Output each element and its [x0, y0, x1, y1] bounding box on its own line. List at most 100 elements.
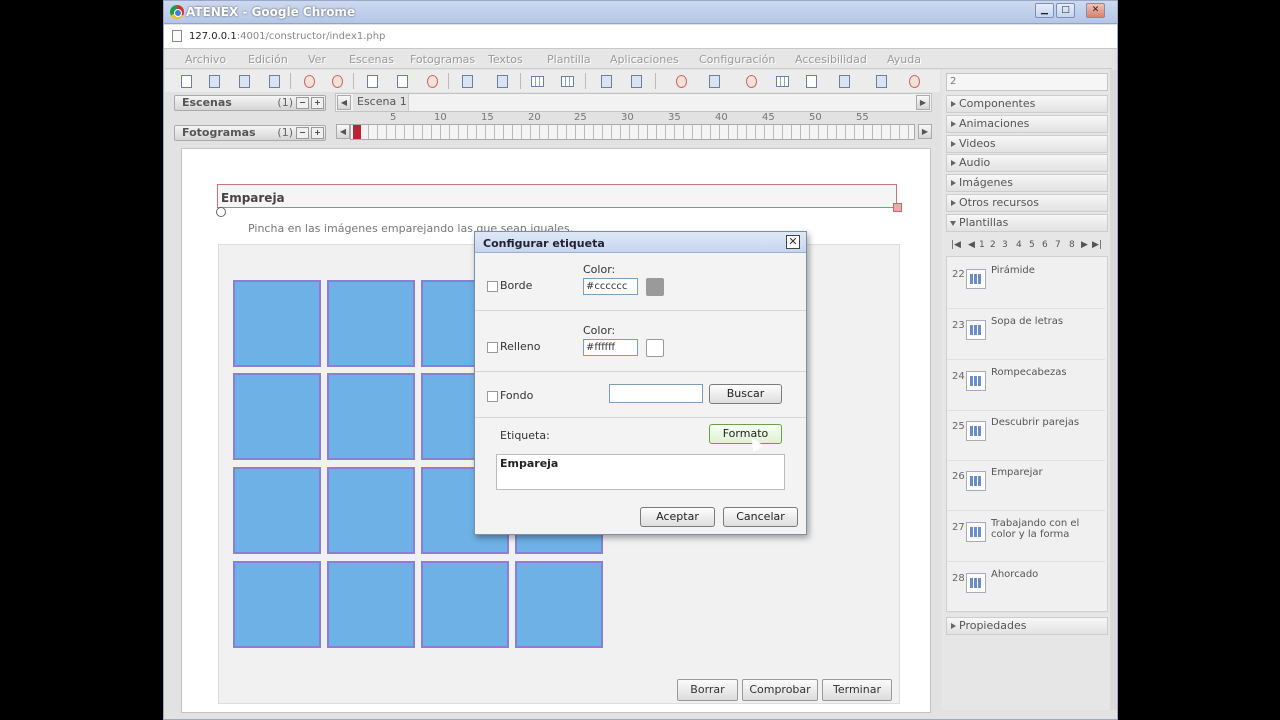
layer-icon[interactable]	[705, 72, 723, 90]
border-color-input[interactable]: #cccccc	[583, 278, 638, 295]
panel-scrollbar[interactable]	[1110, 70, 1117, 710]
background-checkbox[interactable]	[487, 391, 498, 402]
accept-button[interactable]: Aceptar	[640, 507, 715, 527]
menu-configuracion[interactable]: Configuración	[699, 53, 775, 66]
border-color-swatch[interactable]	[646, 278, 664, 296]
background-input[interactable]	[609, 384, 703, 403]
tag-textarea[interactable]: Empareja	[496, 454, 785, 490]
move-handle[interactable]	[216, 207, 226, 217]
zoom-icon[interactable]	[493, 72, 511, 90]
compass-icon[interactable]	[905, 72, 923, 90]
template-item[interactable]: 27 Trabajando con el color y la forma	[947, 512, 1105, 562]
pager-page[interactable]: 1	[979, 240, 985, 250]
frame-next-button[interactable]: ▶	[918, 124, 932, 139]
scene-remove-button[interactable]: −	[296, 97, 309, 109]
minimize-button[interactable]: ▁	[1035, 3, 1054, 18]
media-icon[interactable]	[835, 72, 853, 90]
align-icon[interactable]	[742, 72, 760, 90]
image-tile[interactable]	[327, 280, 415, 367]
template-item[interactable]: 26 Emparejar	[947, 461, 1105, 511]
menu-edicion[interactable]: Edición	[248, 53, 288, 66]
redo-icon[interactable]	[328, 72, 346, 90]
menu-archivo[interactable]: Archivo	[185, 53, 226, 66]
terminar-button[interactable]: Terminar	[822, 679, 892, 701]
copy-icon[interactable]	[363, 72, 381, 90]
frame-track[interactable]	[350, 124, 915, 140]
image-tile[interactable]	[233, 280, 321, 367]
pager-last-icon[interactable]: ▶|	[1092, 240, 1102, 250]
image-tile[interactable]	[233, 467, 321, 554]
section-otros-recursos[interactable]: Otros recursos	[946, 194, 1108, 212]
menu-accesibilidad[interactable]: Accesibilidad	[795, 53, 867, 66]
pager-prev-icon[interactable]: ◀	[968, 240, 975, 250]
image-tile[interactable]	[233, 561, 321, 648]
section-plantillas[interactable]: Plantillas	[946, 214, 1108, 232]
menu-ayuda[interactable]: Ayuda	[887, 53, 921, 66]
scene-prev-button[interactable]: ◀	[337, 95, 351, 110]
image-tile[interactable]	[327, 373, 415, 460]
template-item[interactable]: 28 Ahorcado	[947, 563, 1105, 613]
resize-handle[interactable]	[893, 203, 902, 212]
table-icon[interactable]	[772, 72, 790, 90]
dialog-close-button[interactable]: ✕	[786, 235, 800, 249]
close-button[interactable]: ✕	[1086, 3, 1105, 18]
image-tile[interactable]	[327, 561, 415, 648]
template-item[interactable]: 22 Pirámide	[947, 259, 1105, 309]
section-animaciones[interactable]: Animaciones	[946, 115, 1108, 133]
scene-icon[interactable]	[597, 72, 615, 90]
paste-icon[interactable]	[393, 72, 411, 90]
menu-plantilla[interactable]: Plantilla	[547, 53, 591, 66]
grid-icon[interactable]	[527, 72, 545, 90]
erase-icon[interactable]	[423, 72, 441, 90]
template-item[interactable]: 23 Sopa de letras	[947, 310, 1105, 360]
pager-page[interactable]: 7	[1055, 240, 1061, 250]
tools-icon[interactable]	[872, 72, 890, 90]
borrar-button[interactable]: Borrar	[677, 679, 738, 701]
panel-top-field[interactable]: 2	[946, 73, 1108, 91]
search-button[interactable]: Buscar	[709, 384, 782, 404]
menu-escenas[interactable]: Escenas	[349, 53, 394, 66]
fill-color-swatch[interactable]	[646, 339, 664, 357]
pager-page[interactable]: 8	[1069, 240, 1075, 250]
pager-page[interactable]: 4	[1016, 240, 1022, 250]
maximize-button[interactable]: □	[1056, 3, 1075, 18]
comprobar-button[interactable]: Comprobar	[742, 679, 818, 701]
page-icon-tool[interactable]	[802, 72, 820, 90]
new-file-icon[interactable]	[177, 72, 195, 90]
format-button[interactable]: Formato	[709, 424, 782, 444]
template-item[interactable]: 24 Rompecabezas	[947, 361, 1105, 411]
preview-icon[interactable]	[458, 72, 476, 90]
open-icon[interactable]	[205, 72, 223, 90]
frame-playhead[interactable]	[353, 125, 361, 139]
cancel-button[interactable]: Cancelar	[723, 507, 798, 527]
image-tile[interactable]	[327, 467, 415, 554]
address-bar[interactable]: 127.0.0.1:4001/constructor/index1.php	[164, 25, 1117, 49]
section-audio[interactable]: Audio	[946, 154, 1108, 172]
cut-icon[interactable]	[672, 72, 690, 90]
section-videos[interactable]: Videos	[946, 135, 1108, 153]
menu-aplicaciones[interactable]: Aplicaciones	[610, 53, 679, 66]
save-icon[interactable]	[235, 72, 253, 90]
template-item[interactable]: 25 Descubrir parejas	[947, 411, 1105, 461]
pager-first-icon[interactable]: |◀	[951, 240, 961, 250]
scene-tab-1[interactable]: Escena 1	[353, 94, 409, 111]
border-checkbox[interactable]	[487, 281, 498, 292]
image-tile[interactable]	[421, 561, 509, 648]
image-tile[interactable]	[233, 373, 321, 460]
menu-textos[interactable]: Textos	[488, 53, 523, 66]
fill-color-input[interactable]: #ffffff	[583, 339, 638, 356]
pager-page[interactable]: 2	[990, 240, 996, 250]
url-text[interactable]: 127.0.0.1:4001/constructor/index1.php	[189, 31, 385, 42]
pager-next-icon[interactable]: ▶	[1081, 240, 1088, 250]
menu-fotogramas[interactable]: Fotogramas	[410, 53, 475, 66]
section-imagenes[interactable]: Imágenes	[946, 174, 1108, 192]
undo-icon[interactable]	[300, 72, 318, 90]
dialog-header[interactable]: Configurar etiqueta ✕	[475, 232, 806, 253]
scene-next-button[interactable]: ▶	[916, 95, 930, 110]
scene-add-button[interactable]: +	[311, 97, 324, 109]
fill-checkbox[interactable]	[487, 342, 498, 353]
pager-page[interactable]: 5	[1029, 240, 1035, 250]
pager-page[interactable]: 3	[1002, 240, 1008, 250]
grid-red-icon[interactable]	[557, 72, 575, 90]
menu-ver[interactable]: Ver	[308, 53, 326, 66]
